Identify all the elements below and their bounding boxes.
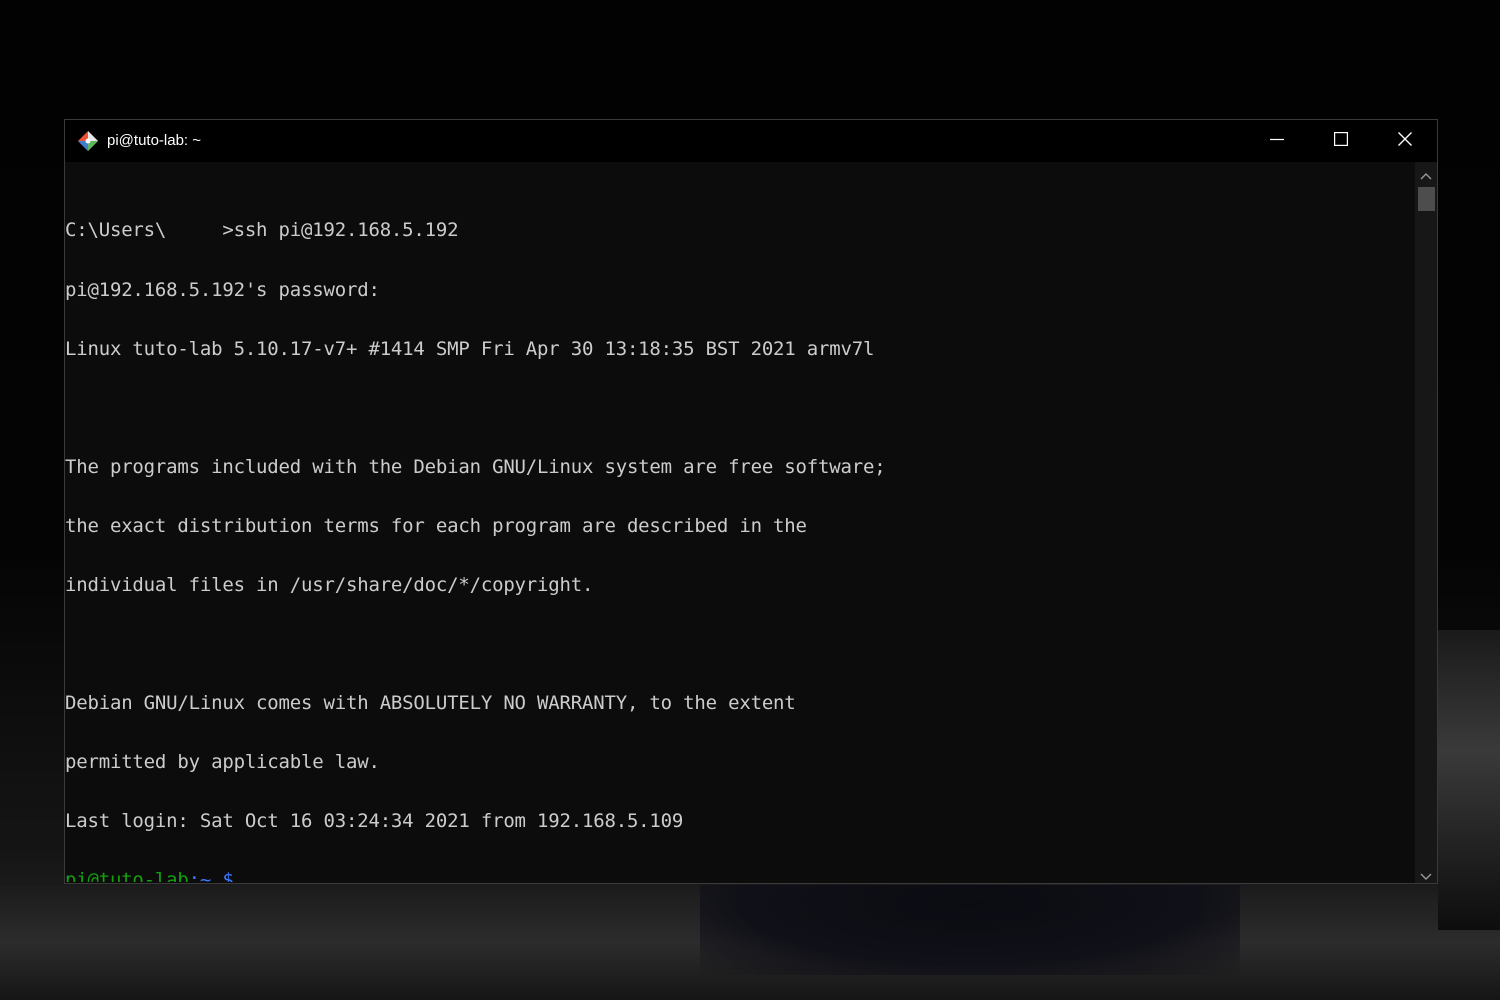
maximize-icon: [1334, 131, 1349, 151]
maximize-button[interactable]: [1309, 120, 1373, 162]
terminal-line: The programs included with the Debian GN…: [65, 455, 886, 478]
terminal-line: permitted by applicable law.: [65, 751, 380, 774]
terminal-line: the exact distribution terms for each pr…: [65, 514, 807, 537]
terminal-line: Debian GNU/Linux comes with ABSOLUTELY N…: [65, 692, 796, 715]
terminal-line: C:\Users\ >ssh pi@192.168.5.192: [65, 219, 459, 242]
scrollbar-thumb[interactable]: [1418, 187, 1435, 211]
terminal-window: pi@tuto-lab: ~ C:\Users\ >ssh pi@192.168…: [64, 119, 1438, 884]
title-bar[interactable]: pi@tuto-lab: ~: [65, 120, 1437, 162]
shell-prompt[interactable]: pi@tuto-lab:~ $: [65, 871, 1413, 882]
close-icon: [1398, 131, 1412, 151]
terminal-line: Linux tuto-lab 5.10.17-v7+ #1414 SMP Fri…: [65, 337, 875, 360]
vertical-scrollbar[interactable]: [1415, 162, 1437, 883]
window-title: pi@tuto-lab: ~: [107, 132, 202, 149]
background-object: [1438, 630, 1500, 930]
prompt-path: :~ $: [188, 869, 234, 882]
minimize-button[interactable]: [1245, 120, 1309, 162]
minimize-icon: [1270, 132, 1284, 151]
scroll-down-icon[interactable]: [1419, 869, 1433, 880]
prompt-user-host: pi@tuto-lab: [65, 869, 189, 882]
terminal-output[interactable]: C:\Users\ >ssh pi@192.168.5.192 pi@192.1…: [65, 182, 1413, 882]
terminal-line: pi@192.168.5.192's password:: [65, 278, 380, 301]
close-button[interactable]: [1373, 120, 1437, 162]
terminal-line: individual files in /usr/share/doc/*/cop…: [65, 573, 594, 596]
terminal-line: Last login: Sat Oct 16 03:24:34 2021 fro…: [65, 810, 684, 833]
git-bash-diamond-icon: [77, 130, 99, 152]
scroll-up-icon[interactable]: [1419, 168, 1433, 180]
background-car-shadow: [700, 885, 1240, 975]
